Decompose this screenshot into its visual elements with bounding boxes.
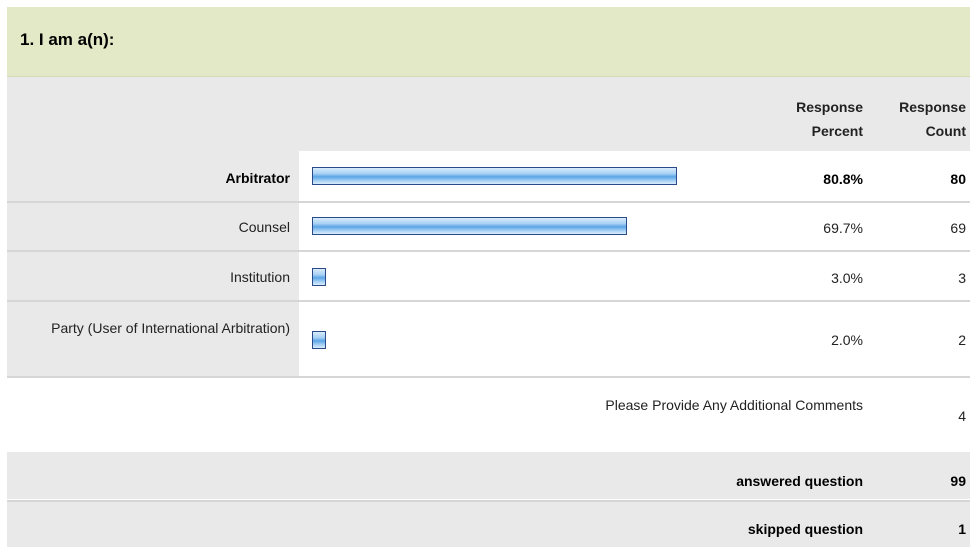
skipped-label: skipped question	[747, 521, 863, 537]
row-separator	[7, 250, 970, 252]
row-label-institution: Institution	[230, 269, 290, 285]
percent-institution: 3.0%	[831, 270, 863, 286]
skipped-count: 1	[958, 521, 966, 537]
percent-party: 2.0%	[831, 332, 863, 348]
additional-comments-count[interactable]: 4	[886, 408, 966, 424]
answered-count: 99	[950, 473, 966, 489]
survey-question-panel: 1. I am a(n): Response Percent Response …	[0, 0, 970, 547]
row-separator	[7, 300, 970, 302]
count-counsel: 69	[950, 220, 966, 236]
row-label-party: Party (User of International Arbitration…	[51, 320, 290, 336]
count-arbitrator: 80	[950, 171, 966, 187]
percent-arbitrator: 80.8%	[823, 171, 863, 187]
table-header: Response Percent Response Count	[7, 77, 970, 151]
question-title-bar: 1. I am a(n):	[7, 7, 970, 77]
row-label-counsel: Counsel	[238, 219, 290, 235]
count-institution: 3	[958, 270, 966, 286]
bar-party	[312, 331, 326, 349]
header-response-percent: Response Percent	[796, 99, 863, 139]
question-title: 1. I am a(n):	[20, 30, 115, 49]
additional-comments-label: Please Provide Any Additional Comments	[605, 397, 863, 413]
row-separator	[7, 201, 970, 203]
count-party: 2	[958, 332, 966, 348]
row-separator	[7, 376, 970, 378]
bar-arbitrator	[312, 167, 677, 185]
row-label-arbitrator: Arbitrator	[225, 170, 290, 186]
bar-counsel	[312, 217, 627, 235]
percent-counsel: 69.7%	[823, 220, 863, 236]
answered-summary-row: answered question 99	[7, 452, 970, 499]
bar-institution	[312, 268, 326, 286]
header-response-count: Response Count	[899, 99, 966, 139]
skipped-summary-row: skipped question 1	[7, 502, 970, 547]
answered-label: answered question	[736, 473, 863, 489]
